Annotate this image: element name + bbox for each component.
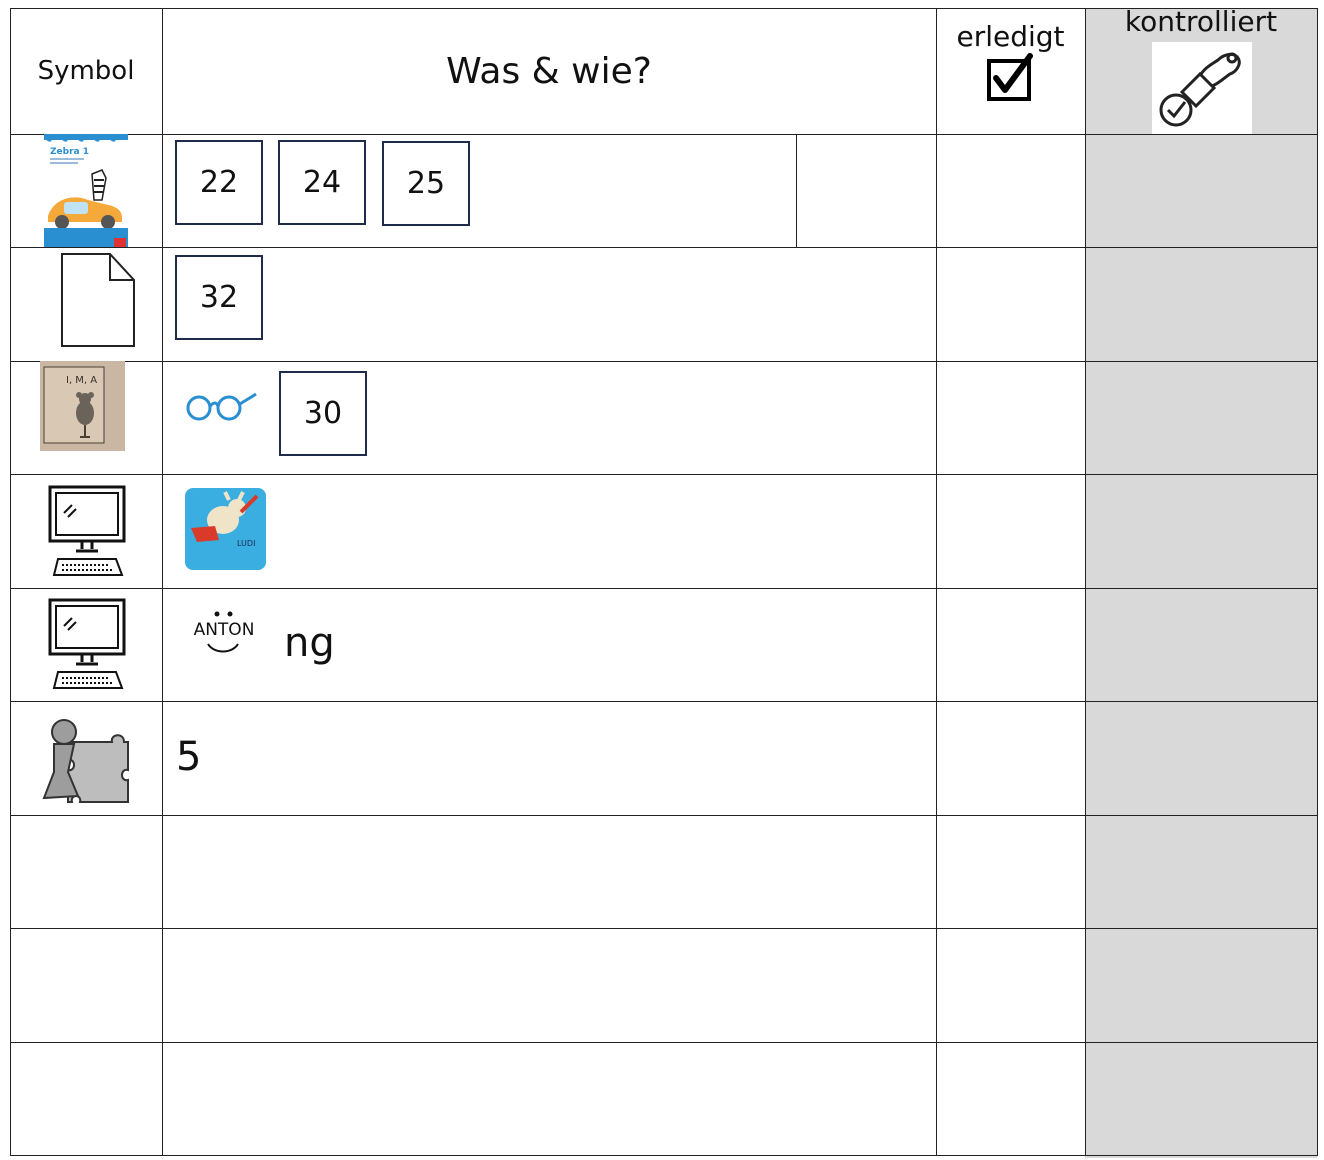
stamp-check-icon	[1152, 42, 1252, 134]
anton-logo-text: ANTON	[193, 620, 255, 640]
task-text: ng	[284, 620, 335, 666]
row-divider	[10, 815, 1317, 816]
header-kontrolliert-label: kontrolliert	[1124, 5, 1278, 38]
column-divider	[10, 8, 11, 1156]
computer-icon	[48, 485, 126, 576]
checkbox-checked-icon	[986, 53, 1033, 101]
row-divider	[10, 134, 1317, 135]
task-text: 5	[176, 734, 202, 780]
svg-text:LUDI: LUDI	[237, 539, 255, 548]
cell-divider	[796, 134, 797, 247]
header-kontrolliert: kontrolliert	[1085, 6, 1317, 38]
anton-app-icon: ANTON	[184, 606, 264, 668]
page-number-box: 30	[279, 371, 367, 456]
header-symbol: Symbol	[37, 56, 135, 86]
ima-mouse-card-icon: I, M, A	[40, 361, 125, 451]
row-divider	[10, 1042, 1317, 1043]
svg-text:I, M, A: I, M, A	[66, 375, 97, 386]
ludi-app-icon: LUDI	[185, 488, 266, 570]
row-divider	[10, 588, 1317, 589]
row-divider	[10, 361, 1317, 362]
glasses-icon	[186, 392, 257, 421]
game-puzzle-icon	[42, 719, 129, 803]
header-erledigt: erledigt	[936, 22, 1085, 102]
row-divider	[10, 474, 1317, 475]
page-number-box: 25	[382, 141, 470, 226]
page-number-box: 24	[278, 140, 366, 225]
column-divider	[1085, 8, 1086, 1156]
column-divider	[1317, 8, 1318, 1156]
column-divider	[162, 8, 163, 1156]
column-divider	[936, 8, 937, 1156]
zebra-book-cover-icon: Zebra 1	[44, 134, 128, 247]
row-divider	[10, 247, 1317, 248]
worksheet-page-icon	[61, 253, 135, 347]
kontrolliert-column-shading	[1085, 8, 1317, 1158]
computer-icon	[48, 598, 126, 689]
header-was-wie: Was & wie?	[446, 50, 652, 92]
row-divider	[10, 928, 1317, 929]
row-divider	[10, 701, 1317, 702]
header-erledigt-label: erledigt	[956, 20, 1065, 53]
page-number-box: 32	[175, 255, 263, 340]
table-border-bottom	[10, 1155, 1317, 1156]
page-number-box: 22	[175, 140, 263, 225]
svg-text:Zebra 1: Zebra 1	[50, 147, 89, 157]
